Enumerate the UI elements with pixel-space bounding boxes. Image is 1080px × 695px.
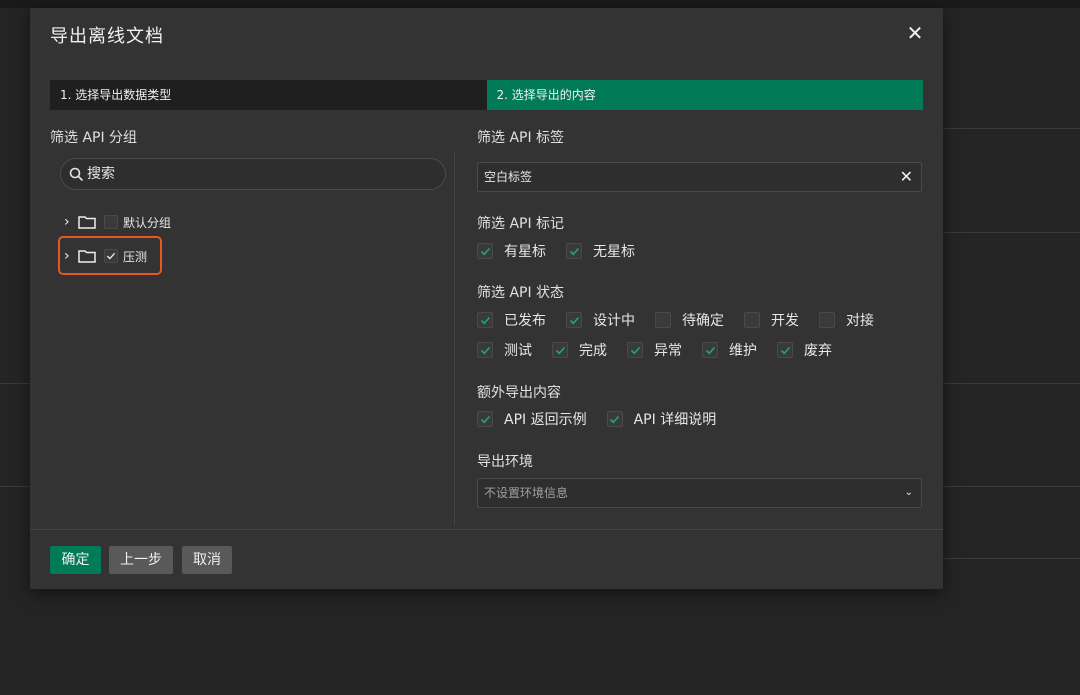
- background-divider: [0, 486, 30, 487]
- export-offline-doc-modal: 导出离线文档 ✕ 1. 选择导出数据类型 2. 选择导出的内容 筛选 API 分…: [30, 8, 943, 589]
- extra-options: API 返回示例 API 详细说明: [477, 409, 736, 429]
- mark-option-unstarred[interactable]: 无星标: [566, 241, 635, 261]
- tag-select-value: 空白标签: [484, 170, 533, 184]
- background-top-bar: [0, 0, 1080, 8]
- status-option-developing[interactable]: 开发: [744, 310, 799, 330]
- checkbox[interactable]: [477, 243, 493, 259]
- group-label: 默认分组: [123, 215, 172, 230]
- checkbox[interactable]: [777, 342, 793, 358]
- check-icon: [480, 415, 490, 423]
- checkbox[interactable]: [477, 312, 493, 328]
- env-select[interactable]: 不设置环境信息 ⌄: [477, 478, 922, 508]
- status-option-deprecated[interactable]: 废弃: [777, 340, 832, 360]
- checkbox[interactable]: [477, 411, 493, 427]
- checkbox-label: API 详细说明: [633, 412, 717, 428]
- checkbox[interactable]: [819, 312, 835, 328]
- marks-options: 有星标 无星标: [477, 241, 655, 261]
- checkbox-label: 待确定: [682, 313, 724, 329]
- checkbox-label: 维护: [729, 343, 757, 359]
- chevron-down-icon: ⌄: [904, 487, 913, 498]
- checkbox-label: 有星标: [504, 244, 546, 260]
- tag-select[interactable]: 空白标签 ✕: [477, 162, 922, 192]
- checkbox-label: 无星标: [593, 244, 635, 260]
- close-icon[interactable]: ✕: [905, 22, 925, 44]
- background-divider: [943, 486, 1080, 487]
- background-divider: [943, 232, 1080, 233]
- check-icon: [555, 346, 565, 354]
- prev-step-button[interactable]: 上一步: [109, 546, 173, 574]
- background-divider: [0, 383, 30, 384]
- checkbox[interactable]: [477, 342, 493, 358]
- group-checkbox[interactable]: [104, 215, 118, 229]
- check-icon: [610, 415, 620, 423]
- checkbox[interactable]: [702, 342, 718, 358]
- check-icon: [630, 346, 640, 354]
- status-option-maintenance[interactable]: 维护: [702, 340, 757, 360]
- checkbox[interactable]: [655, 312, 671, 328]
- checkbox[interactable]: [552, 342, 568, 358]
- check-icon: [569, 247, 579, 255]
- folder-icon: [78, 216, 96, 229]
- background-divider: [943, 128, 1080, 129]
- checkbox-label: 已发布: [504, 313, 546, 329]
- check-icon: [480, 247, 490, 255]
- status-options-row2: 测试 完成 异常 维护 废弃: [477, 340, 852, 360]
- highlight-annotation: [58, 236, 162, 275]
- mark-option-starred[interactable]: 有星标: [477, 241, 546, 261]
- extra-option-response-example[interactable]: API 返回示例: [477, 409, 587, 429]
- step-indicator: 1. 选择导出数据类型 2. 选择导出的内容: [50, 80, 923, 110]
- footer-divider: [30, 529, 943, 530]
- checkbox-label: 开发: [771, 313, 799, 329]
- status-options-row1: 已发布 设计中 待确定 开发 对接: [477, 310, 894, 330]
- clear-icon[interactable]: ✕: [900, 163, 913, 191]
- chevron-right-icon[interactable]: ›: [64, 215, 74, 229]
- check-icon: [780, 346, 790, 354]
- checkbox-label: 废弃: [804, 343, 832, 359]
- status-option-designing[interactable]: 设计中: [566, 310, 635, 330]
- status-option-done[interactable]: 完成: [552, 340, 607, 360]
- checkbox-label: 设计中: [593, 313, 635, 329]
- status-option-testing[interactable]: 测试: [477, 340, 532, 360]
- check-icon: [480, 316, 490, 324]
- group-search-input[interactable]: [87, 166, 417, 182]
- checkbox[interactable]: [566, 312, 582, 328]
- checkbox-label: API 返回示例: [504, 412, 587, 428]
- checkbox[interactable]: [627, 342, 643, 358]
- checkbox-label: 完成: [579, 343, 607, 359]
- groups-label: 筛选 API 分组: [50, 130, 138, 146]
- checkbox[interactable]: [606, 411, 623, 427]
- checkbox[interactable]: [566, 243, 582, 259]
- step-select-content[interactable]: 2. 选择导出的内容: [486, 80, 923, 110]
- status-label: 筛选 API 状态: [477, 285, 565, 301]
- group-search-box[interactable]: [60, 158, 446, 190]
- background-divider: [943, 383, 1080, 384]
- groups-panel: [50, 153, 455, 525]
- status-option-error[interactable]: 异常: [627, 340, 682, 360]
- check-icon: [480, 346, 490, 354]
- checkbox-label: 对接: [846, 313, 874, 329]
- env-label: 导出环境: [477, 454, 533, 470]
- cancel-button[interactable]: 取消: [182, 546, 232, 574]
- extra-label: 额外导出内容: [477, 385, 561, 401]
- check-icon: [705, 346, 715, 354]
- status-option-integrating[interactable]: 对接: [819, 310, 874, 330]
- check-icon: [569, 316, 579, 324]
- tree-item-default-group[interactable]: › 默认分组: [64, 212, 171, 232]
- status-option-published[interactable]: 已发布: [477, 310, 546, 330]
- tags-label: 筛选 API 标签: [477, 130, 565, 146]
- modal-title: 导出离线文档: [50, 26, 164, 47]
- checkbox-label: 异常: [654, 343, 682, 359]
- env-select-placeholder: 不设置环境信息: [484, 486, 569, 500]
- checkbox-label: 测试: [504, 343, 532, 359]
- status-option-pending[interactable]: 待确定: [655, 310, 724, 330]
- background-divider: [943, 558, 1080, 559]
- extra-option-detail[interactable]: API 详细说明: [606, 409, 717, 429]
- search-icon: [69, 167, 83, 181]
- step-select-data-type[interactable]: 1. 选择导出数据类型: [50, 80, 487, 110]
- confirm-button[interactable]: 确定: [50, 546, 101, 574]
- marks-label: 筛选 API 标记: [477, 216, 565, 232]
- checkbox[interactable]: [744, 312, 760, 328]
